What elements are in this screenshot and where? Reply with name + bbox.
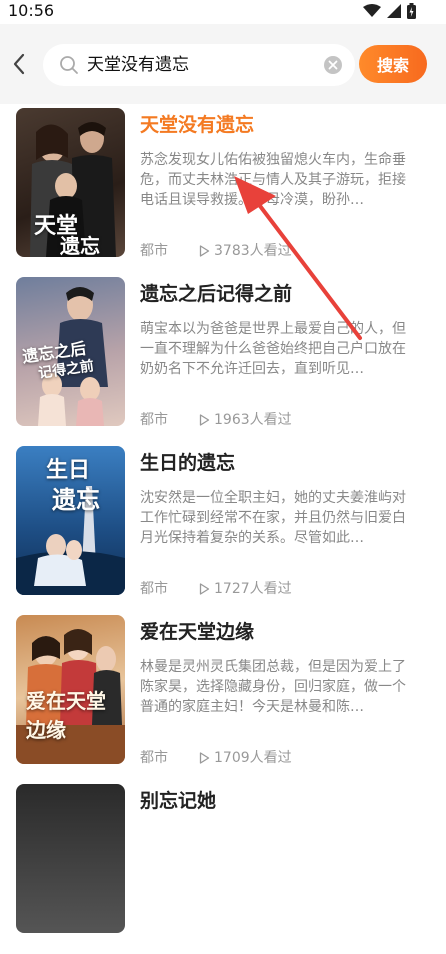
result-views: 3783人看过 [214,243,292,259]
search-icon [60,56,78,74]
play-icon [199,583,210,595]
result-genre: 都市 [140,412,168,428]
search-query[interactable]: 天堂没有遗忘 [87,54,189,76]
search-header: 天堂没有遗忘 搜索 [0,24,446,104]
result-title[interactable]: 爱在天堂边缘 [140,619,254,645]
result-genre: 都市 [140,243,168,259]
result-desc: 苏念发现女儿佑佑被独留熄火车内，生命垂危，而丈夫林浩正与情人及其子游玩，拒接电话… [140,152,406,208]
status-time: 10:56 [8,1,55,20]
result-item[interactable]: 生日 遗忘 生日的遗忘 沈安然是一位全职主妇，她的丈夫姜淮屿对工作忙碌到经常不在… [0,446,446,616]
cover-image[interactable] [16,784,125,933]
result-genre: 都市 [140,581,168,597]
cover-title: 遗忘 [60,234,100,257]
back-button[interactable] [6,50,32,78]
status-bar: 10:56 [0,0,446,24]
result-title[interactable]: 别忘记她 [140,788,216,814]
result-desc: 林曼是灵州灵氏集团总裁，但是因为爱上了陈家昊，选择隐藏身份，回归家庭，做一个普通… [140,659,406,715]
signal-icon [387,4,401,18]
status-icons [363,0,416,22]
result-title[interactable]: 遗忘之后记得之前 [140,281,292,307]
result-item[interactable]: 遗忘之后 记得之前 遗忘之后记得之前 萌宝本以为爸爸是世界上最爱自己的人，但一直… [0,277,446,447]
play-icon [199,245,210,257]
search-button[interactable]: 搜索 [359,45,427,83]
result-views: 1963人看过 [214,412,292,428]
result-item[interactable]: 爱在天堂边缘 爱在天堂边缘 林曼是灵州灵氏集团总裁，但是因为爱上了陈家昊，选择隐… [0,615,446,785]
result-title[interactable]: 天堂没有遗忘 [140,112,254,138]
result-views: 1727人看过 [214,581,292,597]
search-input[interactable]: 天堂没有遗忘 [43,44,355,86]
result-genre: 都市 [140,750,168,766]
play-icon [199,752,210,764]
cover-title: 遗忘 [52,485,100,514]
cover-image[interactable]: 天堂 遗忘 [16,108,125,257]
result-item[interactable]: 天堂 遗忘 天堂没有遗忘 苏念发现女儿佑佑被独留熄火车内，生命垂危，而丈夫林浩正… [0,108,446,278]
cover-title: 爱在天堂边缘 [26,689,106,742]
result-desc: 沈安然是一位全职主妇，她的丈夫姜淮屿对工作忙碌到经常不在家，并且仍然与旧爱白月光… [140,490,406,546]
cover-image[interactable]: 遗忘之后 记得之前 [16,277,125,426]
play-icon [199,414,210,426]
cover-image[interactable]: 生日 遗忘 [16,446,125,595]
back-arrow-icon [13,53,25,75]
result-meta: 都市 1709人看过 [140,749,292,767]
result-views: 1709人看过 [214,750,292,766]
result-meta: 都市 3783人看过 [140,242,292,260]
result-title[interactable]: 生日的遗忘 [140,450,235,476]
result-item[interactable]: 别忘记她 [0,784,446,954]
result-meta: 都市 1963人看过 [140,411,292,429]
battery-icon [407,3,416,19]
cover-image[interactable]: 爱在天堂边缘 [16,615,125,764]
clear-icon[interactable] [323,55,343,75]
wifi-icon [363,4,381,17]
result-meta: 都市 1727人看过 [140,580,292,598]
result-desc: 萌宝本以为爸爸是世界上最爱自己的人，但一直不理解为什么爸爸始终把自己户口放在奶奶… [140,321,406,377]
